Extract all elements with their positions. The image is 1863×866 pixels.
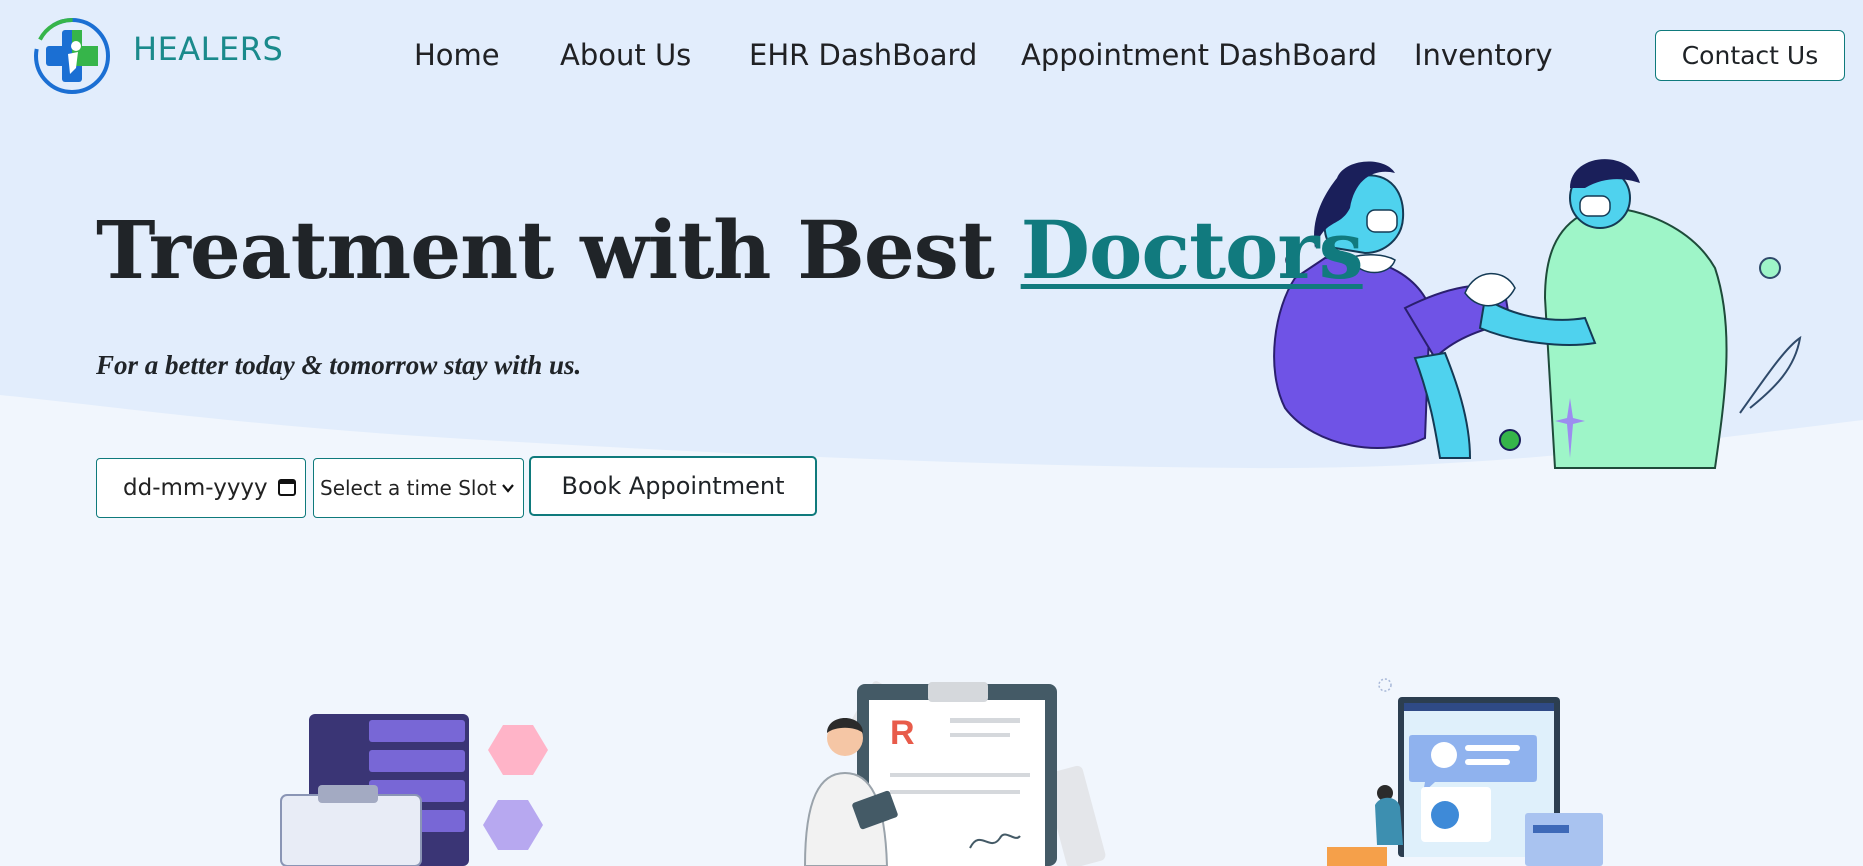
date-placeholder: dd-mm-yyyy	[123, 475, 268, 501]
nav-ehr-dashboard[interactable]: EHR DashBoard	[749, 38, 977, 72]
nav-home[interactable]: Home	[414, 38, 500, 72]
hero-title-main: Treatment with Best	[96, 203, 1021, 297]
book-appointment-button[interactable]: Book Appointment	[529, 456, 817, 516]
medical-records-server-illustration	[280, 714, 548, 866]
contact-us-button[interactable]: Contact Us	[1655, 30, 1845, 81]
calendar-icon[interactable]	[277, 477, 297, 497]
doctor-prescription-illustration: R	[803, 681, 1106, 866]
nav-about-us[interactable]: About Us	[560, 38, 691, 72]
nav-inventory[interactable]: Inventory	[1414, 38, 1553, 72]
svg-text:R: R	[890, 714, 915, 752]
time-slot-select[interactable]: Select a time Slot	[313, 458, 524, 518]
hero-subtitle: For a better today & tomorrow stay with …	[96, 350, 582, 380]
medical-cross-logo-icon[interactable]	[32, 16, 112, 96]
time-slot-value: Select a time Slot	[320, 476, 497, 500]
hero-title-accent-link[interactable]: Doctors	[1021, 203, 1364, 297]
chevron-down-icon	[502, 484, 514, 493]
online-consultation-screen-illustration	[1327, 678, 1603, 866]
appointment-date-input[interactable]: dd-mm-yyyy	[96, 458, 306, 518]
nav-appointment-dashboard[interactable]: Appointment DashBoard	[1021, 38, 1377, 72]
brand-name: HEALERS	[133, 30, 284, 68]
hero-title: Treatment with Best Doctors	[96, 203, 1364, 297]
